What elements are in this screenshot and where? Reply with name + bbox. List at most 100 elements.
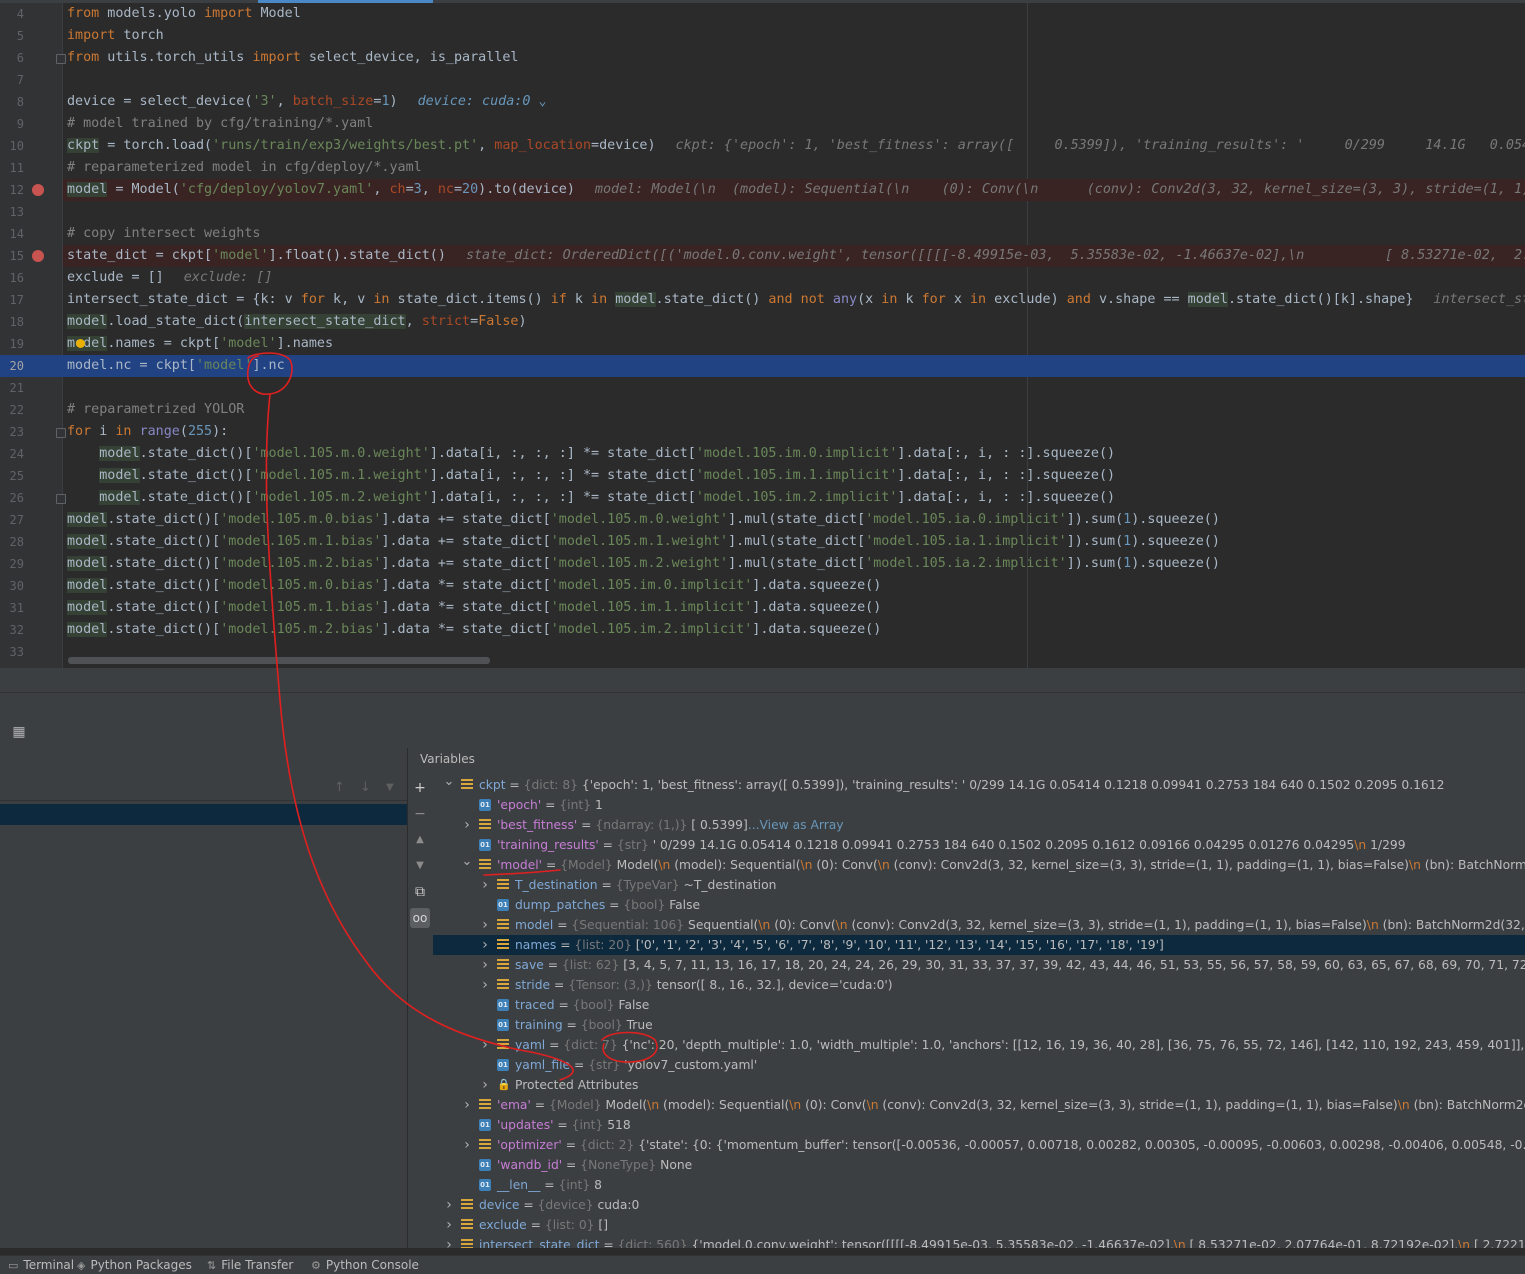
variable-row[interactable]: › 'optimizer' = {dict: 2} {'state': {0: {… bbox=[433, 1135, 1525, 1155]
code-text[interactable]: model.state_dict()['model.105.m.0.bias']… bbox=[67, 509, 1220, 531]
code-line[interactable]: 20 model.nc = ckpt['model'].nc bbox=[0, 355, 1525, 377]
line-number[interactable]: 14 bbox=[0, 223, 24, 245]
variable-row[interactable]: ⌄ 'model' = {Model} Model(\n (model): Seq… bbox=[433, 854, 1525, 875]
line-number[interactable]: 33 bbox=[0, 641, 24, 663]
variable-row[interactable]: 01 __len__ = {int} 8 bbox=[433, 1175, 1525, 1195]
code-text[interactable]: for i in range(255): bbox=[67, 421, 228, 443]
code-text[interactable]: # reparametrized YOLOR bbox=[67, 399, 244, 421]
chevron-right-icon[interactable]: › bbox=[443, 1215, 455, 1235]
chevron-right-icon[interactable]: › bbox=[479, 935, 491, 955]
copy-icon[interactable]: ⧉ bbox=[410, 882, 430, 902]
line-number[interactable]: 19 bbox=[0, 333, 24, 355]
code-text[interactable]: ckpt = torch.load('runs/train/exp3/weigh… bbox=[67, 135, 1525, 157]
code-text[interactable]: model.state_dict()['model.105.m.0.weight… bbox=[67, 443, 1115, 465]
variable-row[interactable]: 01 training = {bool} True bbox=[433, 1015, 1525, 1035]
tab-python-packages[interactable]: ◈ Python Packages bbox=[77, 1257, 192, 1274]
variable-row[interactable]: 01 dump_patches = {bool} False bbox=[433, 895, 1525, 915]
editor-debug-splitter[interactable] bbox=[0, 668, 1525, 692]
code-line[interactable]: 13 bbox=[0, 201, 1525, 223]
code-text[interactable]: from models.yolo import Model bbox=[67, 3, 301, 25]
line-number[interactable]: 22 bbox=[0, 399, 24, 421]
line-number[interactable]: 7 bbox=[0, 69, 24, 91]
code-text[interactable]: from utils.torch_utils import select_dev… bbox=[67, 47, 518, 69]
line-number[interactable]: 8 bbox=[0, 91, 24, 113]
line-number[interactable]: 6 bbox=[0, 47, 24, 69]
arrow-up-icon[interactable]: ↑ bbox=[334, 780, 345, 795]
line-number[interactable]: 28 bbox=[0, 531, 24, 553]
variable-row[interactable]: › 'ema' = {Model} Model(\n (model): Seque… bbox=[433, 1095, 1525, 1115]
chevron-right-icon[interactable]: › bbox=[443, 1235, 455, 1248]
variable-row[interactable]: 01 'updates' = {int} 518 bbox=[433, 1115, 1525, 1135]
code-line[interactable]: 32 model.state_dict()['model.105.m.2.bias… bbox=[0, 619, 1525, 641]
move-down-icon[interactable]: ▼ bbox=[410, 856, 430, 876]
line-number[interactable]: 10 bbox=[0, 135, 24, 157]
line-number[interactable]: 5 bbox=[0, 25, 24, 47]
code-text[interactable]: exclude = [] exclude: [] bbox=[67, 267, 272, 289]
variable-row[interactable]: › 🔒 Protected Attributes bbox=[433, 1075, 1525, 1095]
code-line[interactable]: 27 model.state_dict()['model.105.m.0.bias… bbox=[0, 509, 1525, 531]
code-line[interactable]: 25 model.state_dict()['model.105.m.1.wei… bbox=[0, 465, 1525, 487]
code-line[interactable]: 6 from utils.torch_utils import select_de… bbox=[0, 47, 1525, 69]
code-text[interactable]: import torch bbox=[67, 25, 164, 47]
code-text[interactable]: model.state_dict()['model.105.m.2.bias']… bbox=[67, 553, 1220, 575]
line-number[interactable]: 18 bbox=[0, 311, 24, 333]
variable-row[interactable]: › 'best_fitness' = {ndarray: (1,)} [ 0.53… bbox=[433, 815, 1525, 835]
code-text[interactable]: model.names = ckpt['model'].names bbox=[67, 333, 333, 355]
arrow-down-icon[interactable]: ↓ bbox=[360, 780, 371, 795]
code-line[interactable]: 7 bbox=[0, 69, 1525, 91]
code-text[interactable]: # reparameterized model in cfg/deploy/*.… bbox=[67, 157, 422, 179]
variables-tree[interactable]: ⌄ ckpt = {dict: 8} {'epoch': 1, 'best_fit… bbox=[433, 774, 1525, 1248]
code-line[interactable]: 11 # reparameterized model in cfg/deploy/… bbox=[0, 157, 1525, 179]
code-text[interactable]: model.state_dict()['model.105.m.2.bias']… bbox=[67, 619, 881, 641]
variable-row[interactable]: 01 'wandb_id' = {NoneType} None bbox=[433, 1155, 1525, 1175]
line-number[interactable]: 4 bbox=[0, 3, 24, 25]
code-text[interactable]: intersect_state_dict = {k: v for k, v in… bbox=[67, 289, 1525, 311]
code-line[interactable]: 22 # reparametrized YOLOR bbox=[0, 399, 1525, 421]
line-number[interactable]: 17 bbox=[0, 289, 24, 311]
code-text[interactable]: model.state_dict()['model.105.m.1.bias']… bbox=[67, 597, 881, 619]
chevron-right-icon[interactable]: › bbox=[479, 1075, 491, 1095]
line-number[interactable]: 11 bbox=[0, 157, 24, 179]
lightbulb-icon[interactable] bbox=[76, 339, 85, 348]
code-text[interactable]: # model trained by cfg/training/*.yaml bbox=[67, 113, 373, 135]
code-line[interactable]: 31 model.state_dict()['model.105.m.1.bias… bbox=[0, 597, 1525, 619]
view-as-array-link[interactable]: ...View as Array bbox=[748, 818, 844, 832]
code-line[interactable]: 5 import torch bbox=[0, 25, 1525, 47]
tab-terminal[interactable]: ▭ Terminal bbox=[8, 1257, 74, 1274]
chevron-right-icon[interactable]: › bbox=[479, 1035, 491, 1055]
glasses-icon[interactable]: oo bbox=[410, 908, 430, 928]
chevron-right-icon[interactable]: › bbox=[461, 1095, 473, 1115]
line-number[interactable]: 15 bbox=[0, 245, 24, 267]
code-line[interactable]: 28 model.state_dict()['model.105.m.1.bias… bbox=[0, 531, 1525, 553]
chevron-right-icon[interactable]: › bbox=[479, 875, 491, 895]
code-text[interactable]: model.load_state_dict(intersect_state_di… bbox=[67, 311, 527, 333]
code-line[interactable]: 24 model.state_dict()['model.105.m.0.wei… bbox=[0, 443, 1525, 465]
layout-grid-icon[interactable]: ▦ bbox=[10, 723, 28, 741]
variable-row[interactable]: › names = {list: 20} ['0', '1', '2', '3',… bbox=[433, 935, 1525, 955]
add-watch-icon[interactable]: + bbox=[410, 778, 430, 798]
line-number[interactable]: 27 bbox=[0, 509, 24, 531]
code-line[interactable]: 8 device = select_device('3', batch_size=… bbox=[0, 91, 1525, 113]
tab-file-transfer[interactable]: ⇅ File Transfer bbox=[207, 1257, 293, 1274]
chevron-right-icon[interactable]: › bbox=[461, 1135, 473, 1155]
chevron-right-icon[interactable]: › bbox=[479, 975, 491, 995]
line-number[interactable]: 24 bbox=[0, 443, 24, 465]
chevron-down-icon[interactable]: ⌄ bbox=[443, 772, 455, 792]
line-number[interactable]: 21 bbox=[0, 377, 24, 399]
variable-row[interactable]: › stride = {Tensor: (3,)} tensor([ 8., 16… bbox=[433, 975, 1525, 995]
code-line[interactable]: 4 from models.yolo import Model bbox=[0, 3, 1525, 25]
code-text[interactable]: model.state_dict()['model.105.m.0.bias']… bbox=[67, 575, 881, 597]
variable-row[interactable]: 01 'training_results' = {str} ' 0/299 14.… bbox=[433, 835, 1525, 855]
remove-watch-icon[interactable]: − bbox=[410, 804, 430, 824]
fold-marker-icon[interactable] bbox=[56, 428, 66, 438]
chevron-right-icon[interactable]: › bbox=[443, 1195, 455, 1215]
line-number[interactable]: 25 bbox=[0, 465, 24, 487]
line-number[interactable]: 32 bbox=[0, 619, 24, 641]
code-text[interactable]: model.nc = ckpt['model'].nc bbox=[67, 355, 285, 377]
line-number[interactable]: 29 bbox=[0, 553, 24, 575]
code-line[interactable]: 10 ckpt = torch.load('runs/train/exp3/wei… bbox=[0, 135, 1525, 157]
line-number[interactable]: 12 bbox=[0, 179, 24, 201]
fold-marker-icon[interactable] bbox=[56, 494, 66, 504]
variable-row[interactable]: › intersect_state_dict = {dict: 560} {'mo… bbox=[433, 1235, 1525, 1248]
variable-row[interactable]: › save = {list: 62} [3, 4, 5, 7, 11, 13, … bbox=[433, 955, 1525, 975]
